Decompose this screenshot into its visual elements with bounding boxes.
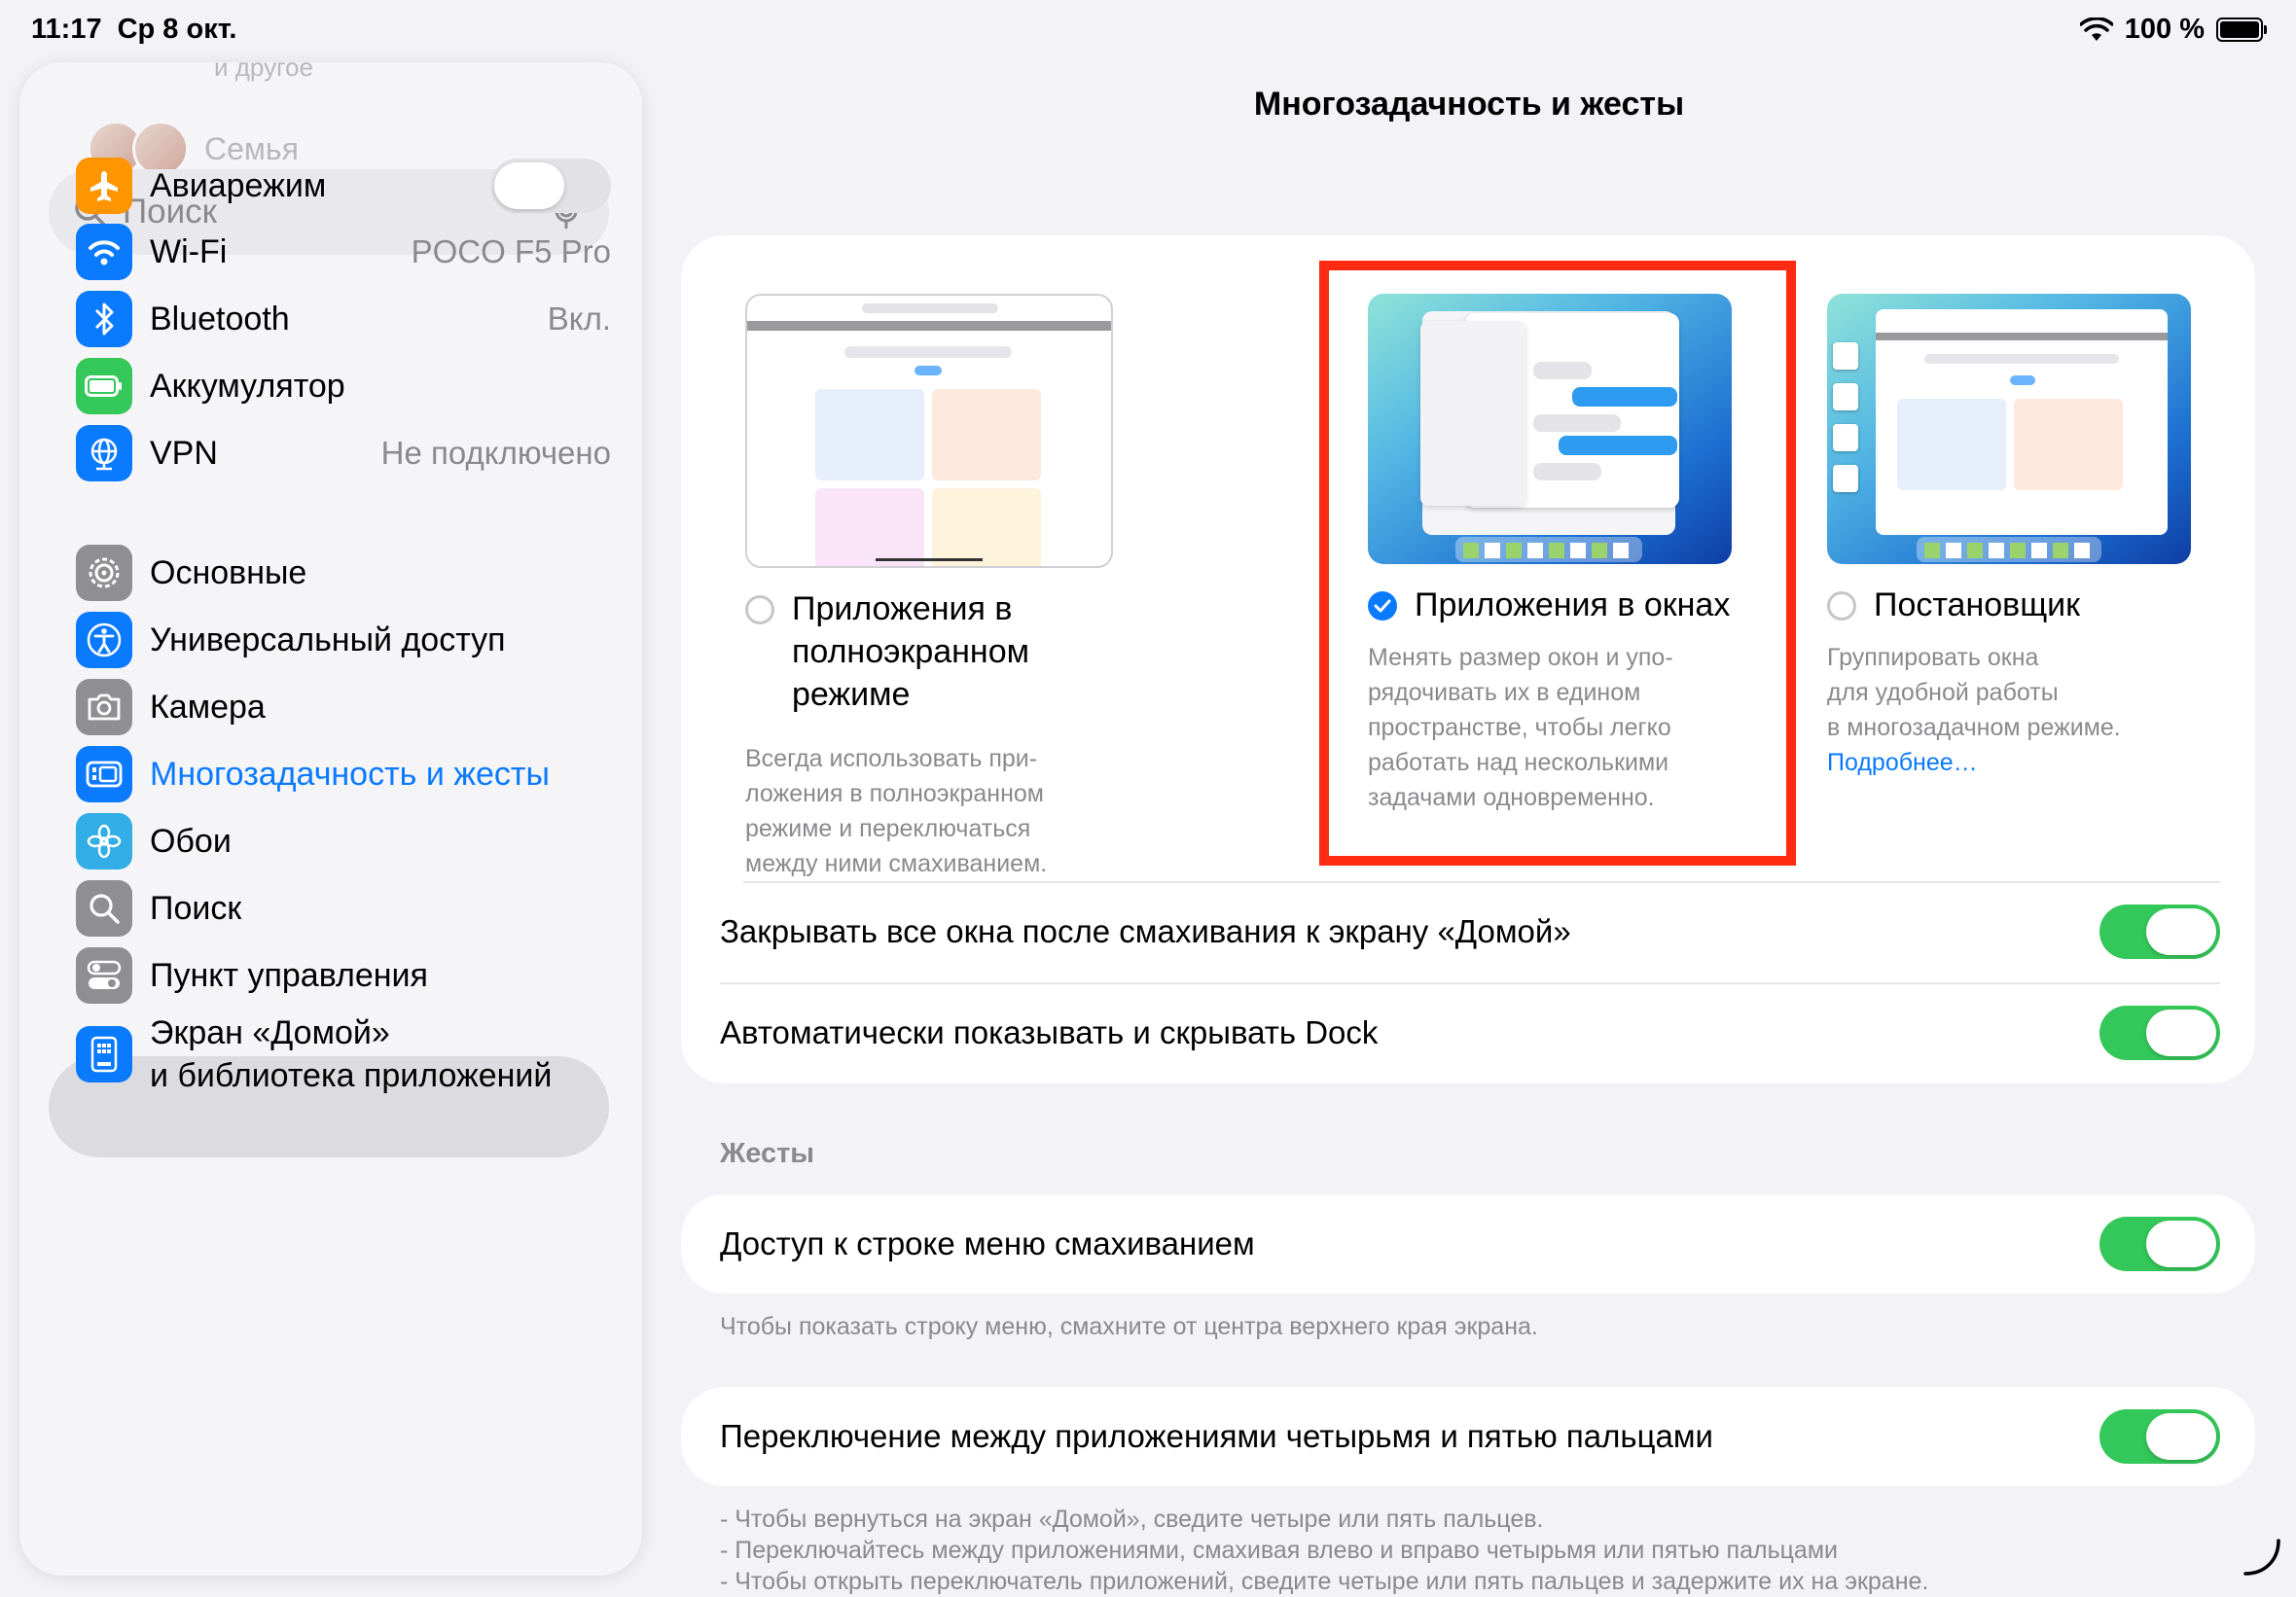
sidebar-item-label: Экран «Домой» и библиотека приложений [150, 1011, 611, 1097]
airplane-toggle[interactable] [490, 159, 611, 213]
wifi-value: POCO F5 Pro [411, 233, 611, 269]
menu-swipe-row: Доступ к строке меню смахиванием [681, 1194, 2255, 1294]
sidebar-item-home-screen[interactable]: Экран «Домой» и библиотека приложений [76, 1006, 611, 1103]
sidebar-item-label: Пункт управления [150, 956, 428, 994]
status-time: 11:17 [31, 14, 102, 45]
section-header-gestures: Жесты [720, 1138, 815, 1169]
sidebar-item-control-center[interactable]: Пункт управления [76, 943, 611, 1008]
stage-manager-radio[interactable] [1827, 591, 1856, 621]
gesture-notes: - Чтобы вернуться на экран «Домой», свед… [720, 1504, 1928, 1597]
home-screen-label-line2: и библиотека приложений [150, 1057, 553, 1094]
sidebar-item-general[interactable]: Основные [76, 541, 611, 605]
auto-dock-row: Автоматически показывать и скрывать Dock [681, 984, 2255, 1082]
sidebar: и другое Семья Поиск Авиарежим Wi-Fi POC… [19, 62, 642, 1576]
camera-icon [76, 679, 132, 735]
switches-icon [76, 947, 132, 1004]
sidebar-item-label: Многозадачность и жесты [150, 755, 550, 793]
gesture-note: - Переключайтесь между приложениями, сма… [720, 1537, 1838, 1564]
sidebar-item-label: VPN [150, 434, 218, 472]
option-title-text: Приложения в полноэкранном режиме [792, 590, 1029, 713]
sidebar-item-camera[interactable]: Камера [76, 675, 611, 739]
fullscreen-preview-image [745, 294, 1113, 568]
four-five-fingers-card: Переключение между приложениями четырьмя… [681, 1387, 2255, 1486]
option-stage-manager-title: Постановщик [1827, 584, 2197, 626]
sidebar-item-label: Поиск [150, 889, 242, 927]
multitasking-icon [76, 746, 132, 802]
fullscreen-radio[interactable] [745, 595, 774, 624]
bluetooth-value: Вкл. [547, 301, 611, 337]
four-five-fingers-toggle[interactable] [2099, 1409, 2220, 1464]
sidebar-item-label: Авиарежим [150, 166, 327, 204]
search-icon [76, 880, 132, 937]
status-date: Ср 8 окт. [117, 14, 237, 45]
sidebar-item-label: Wi-Fi [150, 232, 228, 270]
accessibility-icon [76, 612, 132, 668]
page-title: Многозадачность и жесты [1253, 86, 1685, 123]
option-stage-manager-description: Группировать окна для удобной работы в м… [1827, 644, 2121, 741]
sidebar-item-search[interactable]: Поиск [76, 876, 611, 940]
menu-swipe-toggle[interactable] [2099, 1217, 2220, 1271]
sidebar-item-bluetooth[interactable]: Bluetooth Вкл. [76, 287, 611, 351]
four-five-fingers-row: Переключение между приложениями четырьмя… [681, 1387, 2255, 1486]
sidebar-item-multitasking[interactable]: Многозадачность и жесты [76, 742, 611, 806]
bluetooth-icon [76, 291, 132, 347]
wifi-icon [76, 224, 132, 280]
status-right: 100 % [2079, 14, 2267, 46]
sidebar-item-label: Bluetooth [150, 300, 290, 337]
stage-manager-preview-image [1827, 294, 2191, 564]
menu-swipe-label: Доступ к строке меню смахиванием [720, 1225, 1255, 1261]
option-title-text: Постановщик [1874, 586, 2081, 623]
highlight-box [1319, 261, 1796, 866]
sidebar-item-label: Камера [150, 688, 266, 726]
sidebar-item-label: Аккумулятор [150, 367, 345, 405]
four-five-fingers-label: Переключение между приложениями четырьмя… [720, 1418, 1713, 1454]
close-windows-row: Закрывать все окна после смахивания к эк… [681, 883, 2255, 980]
sidebar-item-label: Обои [150, 822, 232, 860]
wifi-status-icon [2079, 17, 2113, 41]
status-bar: 11:17 Ср 8 окт. 100 % [0, 0, 2296, 60]
learn-more-link[interactable]: Подробнее… [1827, 745, 2197, 780]
sidebar-item-battery[interactable]: Аккумулятор [76, 354, 611, 418]
battery-status-icon [2216, 18, 2267, 42]
option-fullscreen-description: Всегда использовать при- ложения в полно… [745, 745, 1048, 877]
close-windows-toggle[interactable] [2099, 905, 2220, 959]
corner-indicator-icon [2243, 1539, 2280, 1576]
status-left: 11:17 Ср 8 окт. [31, 14, 236, 46]
airplane-icon [76, 158, 132, 214]
option-fullscreen[interactable]: Приложения в полноэкранном режиме Всегда… [745, 294, 1115, 881]
battery-percent: 100 % [2124, 14, 2205, 45]
globe-icon [76, 425, 132, 481]
flower-icon [76, 813, 132, 869]
home-screen-icon [76, 1026, 132, 1082]
home-screen-label-line1: Экран «Домой» [150, 1014, 390, 1051]
menu-swipe-note: Чтобы показать строку меню, смахните от … [720, 1313, 1538, 1340]
sidebar-item-wallpaper[interactable]: Обои [76, 809, 611, 873]
auto-dock-toggle[interactable] [2099, 1006, 2220, 1060]
sidebar-item-label: Основные [150, 553, 307, 591]
gear-icon [76, 545, 132, 601]
auto-dock-label: Автоматически показывать и скрывать Dock [720, 1014, 1379, 1050]
sidebar-item-wifi[interactable]: Wi-Fi POCO F5 Pro [76, 220, 611, 284]
vpn-value: Не подключено [380, 435, 611, 471]
menu-swipe-card: Доступ к строке меню смахиванием [681, 1194, 2255, 1294]
battery-icon [76, 358, 132, 414]
gesture-note: - Чтобы вернуться на экран «Домой», свед… [720, 1506, 1544, 1533]
option-stage-manager[interactable]: Постановщик Группировать окна для удобно… [1827, 294, 2197, 780]
gesture-note: - Чтобы открыть переключатель приложений… [720, 1568, 1929, 1595]
sidebar-item-vpn[interactable]: VPN Не подключено [76, 421, 611, 485]
option-fullscreen-title: Приложения в полноэкранном режиме [745, 587, 1115, 716]
sidebar-item-airplane[interactable]: Авиарежим [76, 154, 611, 218]
sidebar-item-label: Универсальный доступ [150, 621, 506, 658]
sidebar-faded-more: и другое [214, 62, 313, 82]
sidebar-item-accessibility[interactable]: Универсальный доступ [76, 608, 611, 672]
close-windows-label: Закрывать все окна после смахивания к эк… [720, 913, 1571, 949]
